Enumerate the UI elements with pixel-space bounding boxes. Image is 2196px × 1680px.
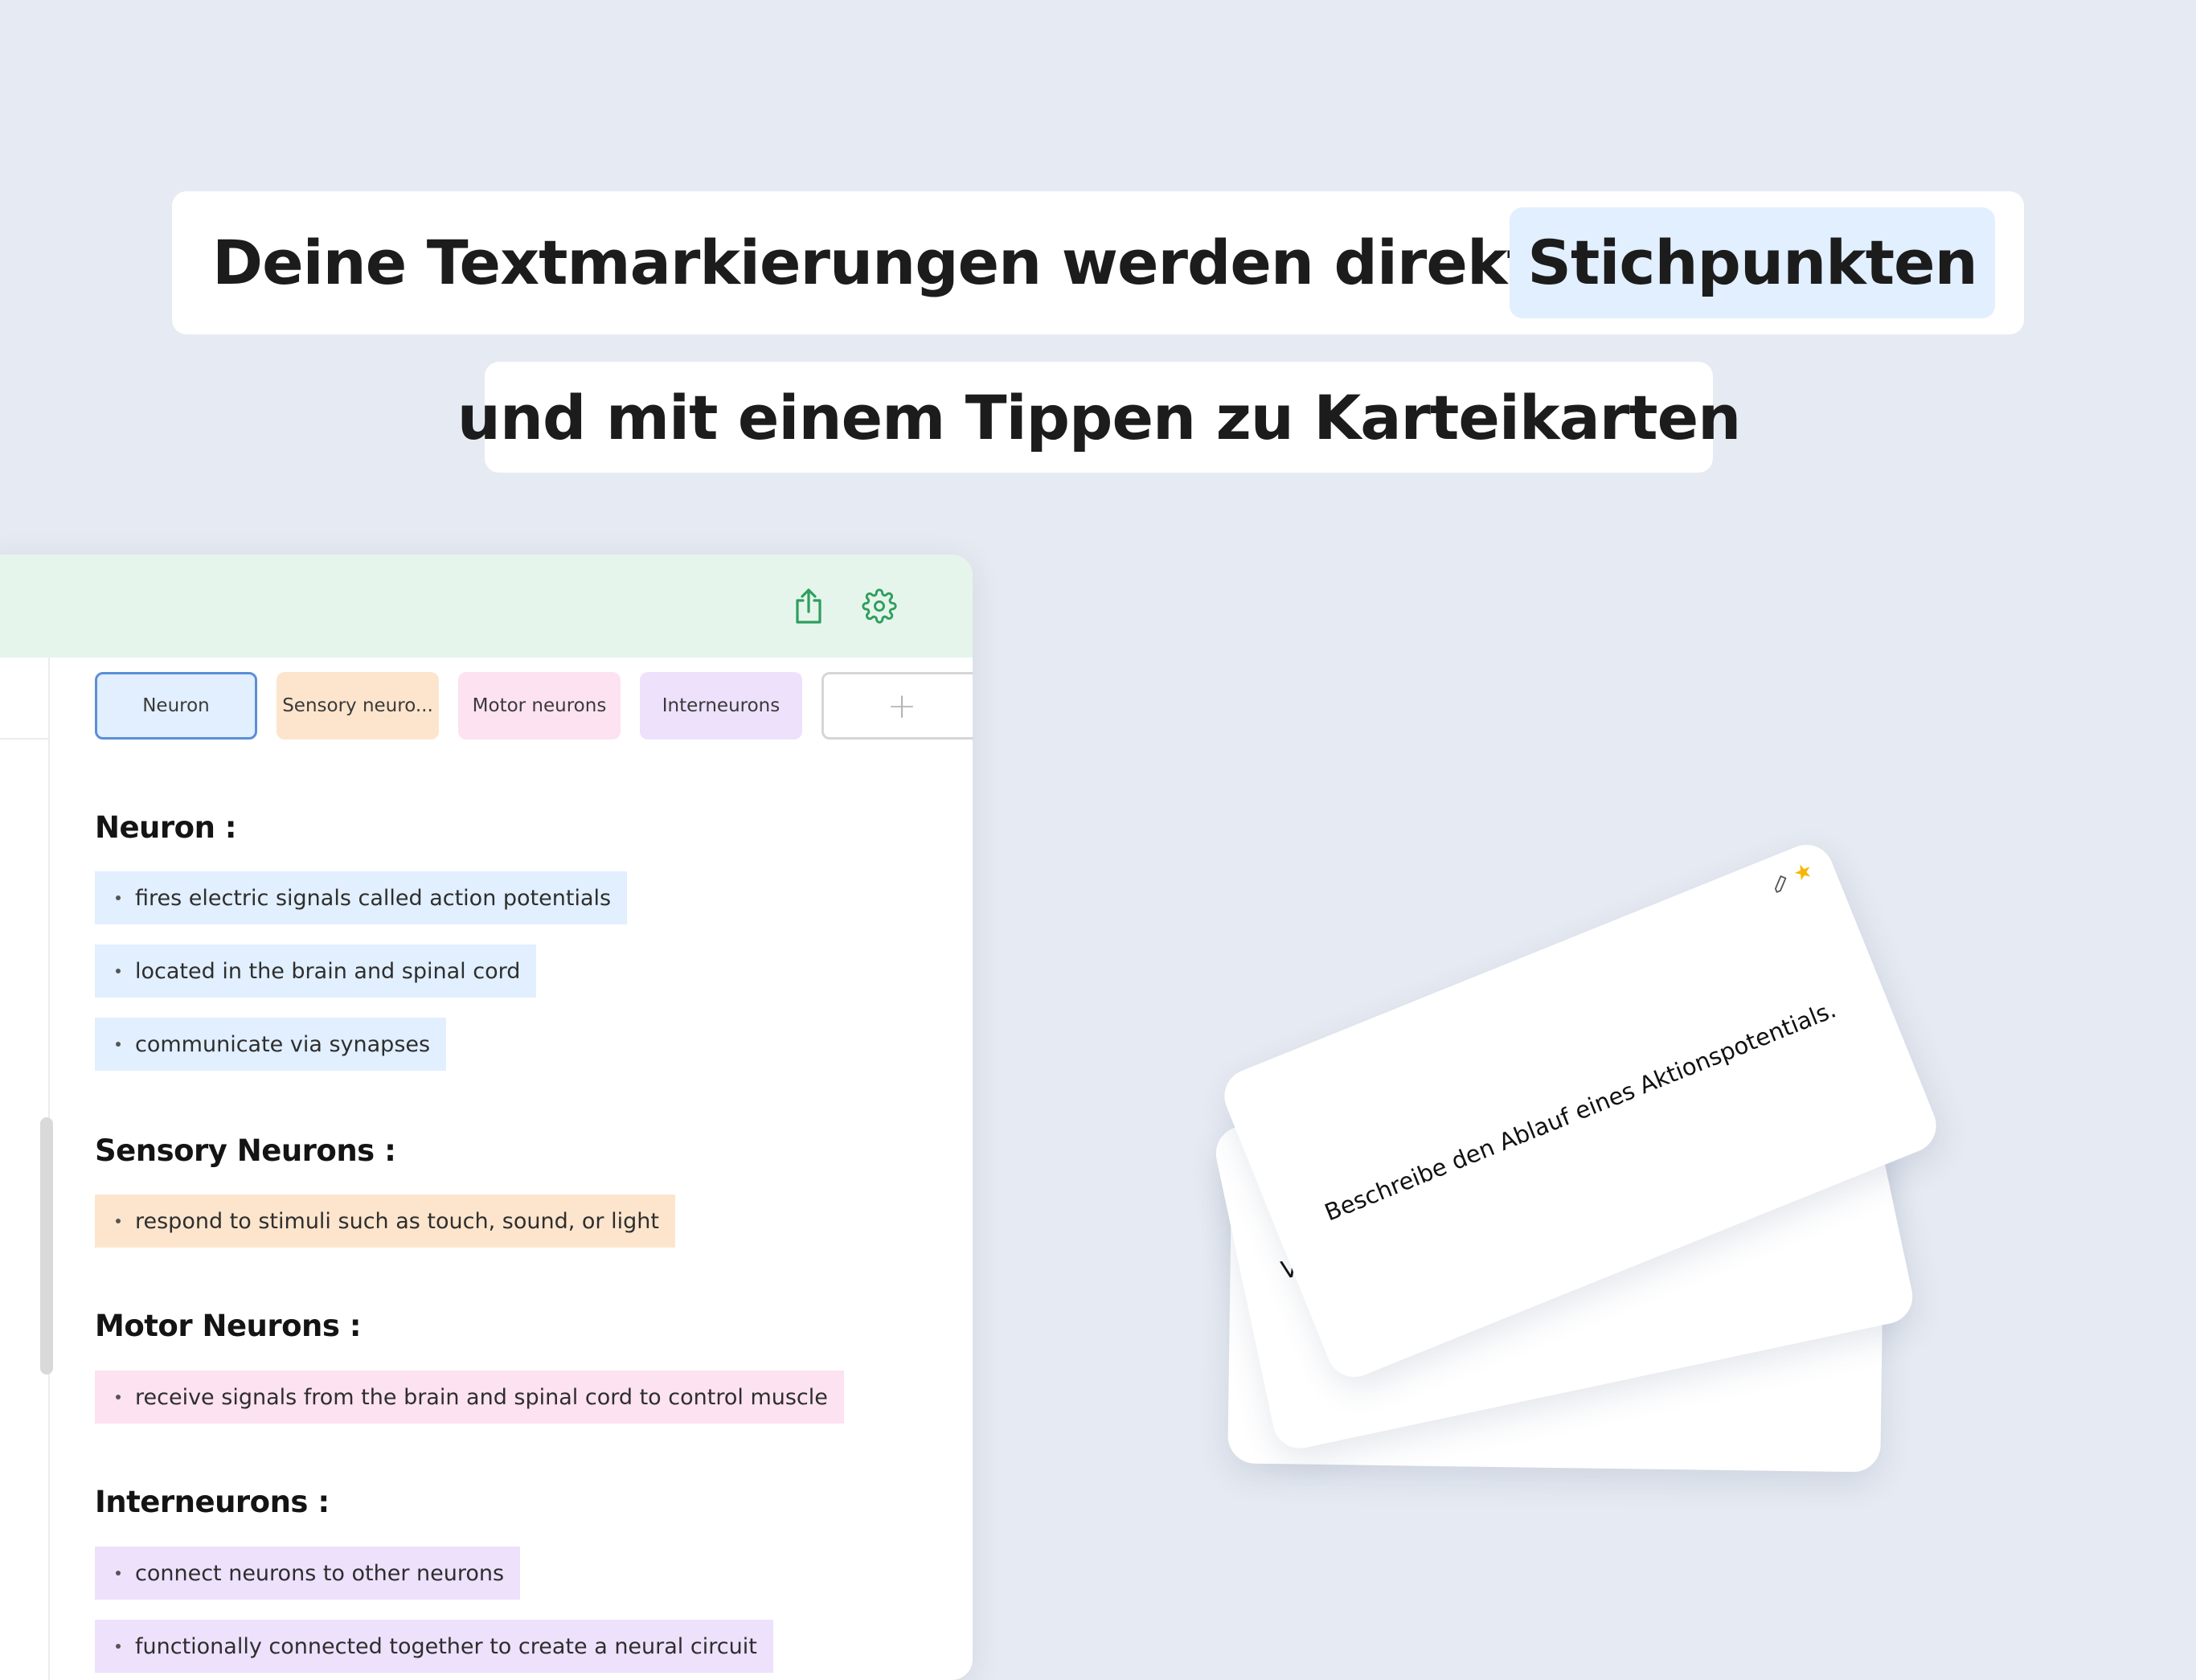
tab-sensory-neurons[interactable]: Sensory neuro...	[277, 672, 439, 740]
bullet-dot	[116, 1219, 121, 1223]
tab-interneurons[interactable]: Interneurons	[640, 672, 802, 740]
bullet-text: receive signals from the brain and spina…	[135, 1384, 828, 1410]
scrollbar[interactable]	[40, 1117, 53, 1375]
headline-line-1: Deine Textmarkierungen werden direkt zu …	[172, 191, 2024, 334]
tab-motor-neurons[interactable]: Motor neurons	[458, 672, 621, 740]
bullet-item[interactable]: receive signals from the brain and spina…	[95, 1371, 844, 1424]
headline-highlight: Stichpunkten	[1510, 207, 1995, 318]
notes-panel: Neuron Sensory neuro... Motor neurons In…	[0, 555, 973, 1680]
toolbar	[0, 555, 973, 658]
bullet-dot	[116, 1395, 121, 1399]
bullet-text: respond to stimuli such as touch, sound,…	[135, 1208, 659, 1234]
bullet-item[interactable]: communicate via synapses	[95, 1018, 447, 1071]
bullet-text: functionally connected together to creat…	[135, 1633, 757, 1659]
bullet-item[interactable]: located in the brain and spinal cord	[95, 944, 537, 998]
share-icon[interactable]	[788, 585, 830, 627]
bullet-text: communicate via synapses	[135, 1031, 431, 1057]
bullet-item[interactable]: connect neurons to other neurons	[95, 1547, 521, 1600]
bullet-item[interactable]: respond to stimuli such as touch, sound,…	[95, 1194, 675, 1248]
bullet-dot	[116, 969, 121, 973]
tab-neuron[interactable]: Neuron	[95, 672, 257, 740]
bullet-dot	[116, 895, 121, 900]
headline-text-1: Deine Textmarkierungen werden direkt zu	[212, 227, 1634, 298]
bullet-text: fires electric signals called action pot…	[135, 885, 612, 911]
headline-line-2: und mit einem Tippen zu Karteikarten	[457, 362, 1741, 473]
section-title-interneurons: Interneurons :	[95, 1485, 330, 1519]
bullet-dot	[116, 1644, 121, 1649]
section-title-motor: Motor Neurons :	[95, 1309, 362, 1343]
bullet-text: connect neurons to other neurons	[135, 1560, 505, 1586]
bullet-dot	[116, 1042, 121, 1047]
gear-icon[interactable]	[858, 585, 900, 627]
bullet-text: located in the brain and spinal cord	[135, 958, 521, 984]
add-tab-button[interactable]: +	[821, 672, 973, 740]
section-title-sensory: Sensory Neurons :	[95, 1133, 396, 1168]
bullet-item[interactable]: functionally connected together to creat…	[95, 1620, 773, 1673]
bullet-item[interactable]: fires electric signals called action pot…	[95, 871, 628, 924]
bullet-dot	[116, 1571, 121, 1576]
sidebar-divider	[0, 738, 48, 740]
section-title-neuron: Neuron :	[95, 810, 237, 845]
plus-icon: +	[887, 685, 917, 727]
